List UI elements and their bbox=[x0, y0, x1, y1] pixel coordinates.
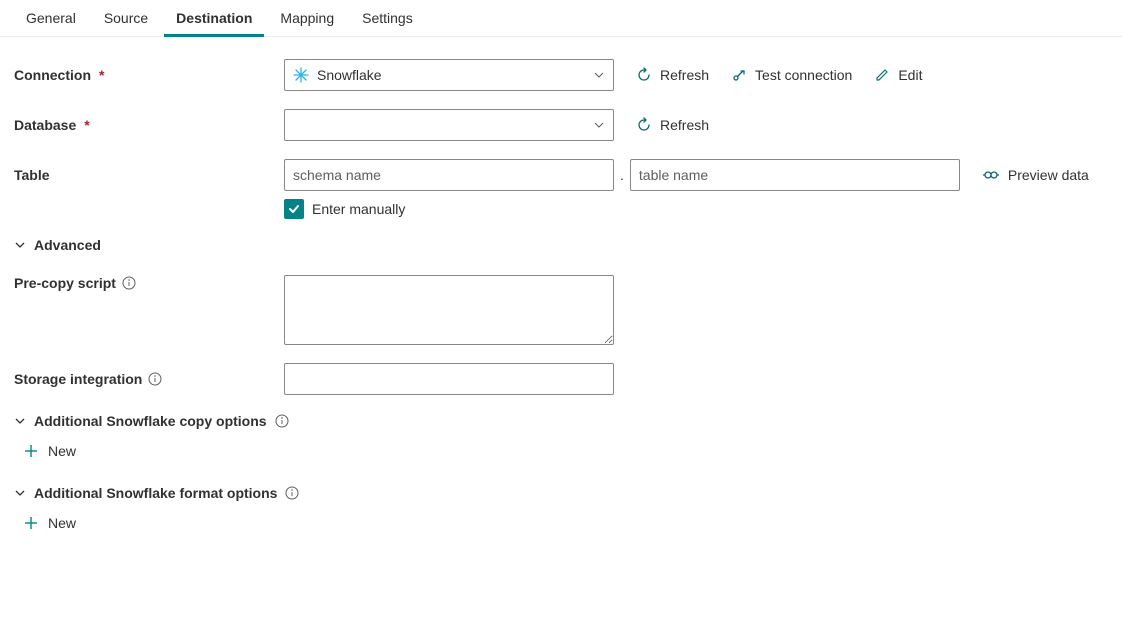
label-precopy: Pre-copy script bbox=[14, 275, 284, 291]
refresh-icon bbox=[636, 67, 652, 83]
table-name-input[interactable] bbox=[630, 159, 960, 191]
plus-icon bbox=[24, 444, 38, 458]
tab-destination[interactable]: Destination bbox=[162, 0, 266, 36]
refresh-icon bbox=[636, 117, 652, 133]
edit-icon bbox=[874, 67, 890, 83]
enter-manually-checkbox[interactable] bbox=[284, 199, 304, 219]
database-select[interactable] bbox=[284, 109, 614, 141]
enter-manually-label: Enter manually bbox=[312, 201, 405, 217]
info-icon[interactable] bbox=[148, 372, 162, 386]
tab-source[interactable]: Source bbox=[90, 0, 162, 36]
label-connection: Connection* bbox=[14, 67, 284, 83]
info-icon[interactable] bbox=[122, 276, 136, 290]
label-table: Table bbox=[14, 167, 284, 183]
refresh-database-button[interactable]: Refresh bbox=[636, 117, 709, 133]
test-connection-icon bbox=[731, 67, 747, 83]
info-icon[interactable] bbox=[285, 486, 299, 500]
tab-settings[interactable]: Settings bbox=[348, 0, 427, 36]
storage-integration-input[interactable] bbox=[284, 363, 614, 395]
edit-connection-button[interactable]: Edit bbox=[874, 67, 922, 83]
label-storage: Storage integration bbox=[14, 371, 284, 387]
copy-options-section-toggle[interactable]: Additional Snowflake copy options bbox=[14, 413, 1108, 429]
tab-general[interactable]: General bbox=[12, 0, 90, 36]
advanced-section-toggle[interactable]: Advanced bbox=[14, 237, 1108, 253]
connection-select[interactable]: Snowflake bbox=[284, 59, 614, 91]
table-separator: . bbox=[620, 167, 624, 183]
connection-value: Snowflake bbox=[317, 67, 382, 83]
new-copy-option-button[interactable]: New bbox=[24, 443, 76, 459]
plus-icon bbox=[24, 516, 38, 530]
refresh-connection-button[interactable]: Refresh bbox=[636, 67, 709, 83]
test-connection-button[interactable]: Test connection bbox=[731, 67, 852, 83]
format-options-section-toggle[interactable]: Additional Snowflake format options bbox=[14, 485, 1108, 501]
chevron-down-icon bbox=[14, 415, 26, 427]
preview-data-button[interactable]: Preview data bbox=[982, 167, 1089, 183]
chevron-down-icon bbox=[593, 119, 605, 131]
schema-name-input[interactable] bbox=[284, 159, 614, 191]
chevron-down-icon bbox=[14, 239, 26, 251]
snowflake-icon bbox=[293, 67, 309, 83]
new-format-option-button[interactable]: New bbox=[24, 515, 76, 531]
preview-icon bbox=[982, 167, 1000, 183]
chevron-down-icon bbox=[14, 487, 26, 499]
tabs: General Source Destination Mapping Setti… bbox=[0, 0, 1122, 37]
chevron-down-icon bbox=[593, 69, 605, 81]
label-database: Database* bbox=[14, 117, 284, 133]
info-icon[interactable] bbox=[275, 414, 289, 428]
precopy-script-textarea[interactable] bbox=[284, 275, 614, 345]
tab-mapping[interactable]: Mapping bbox=[266, 0, 348, 36]
